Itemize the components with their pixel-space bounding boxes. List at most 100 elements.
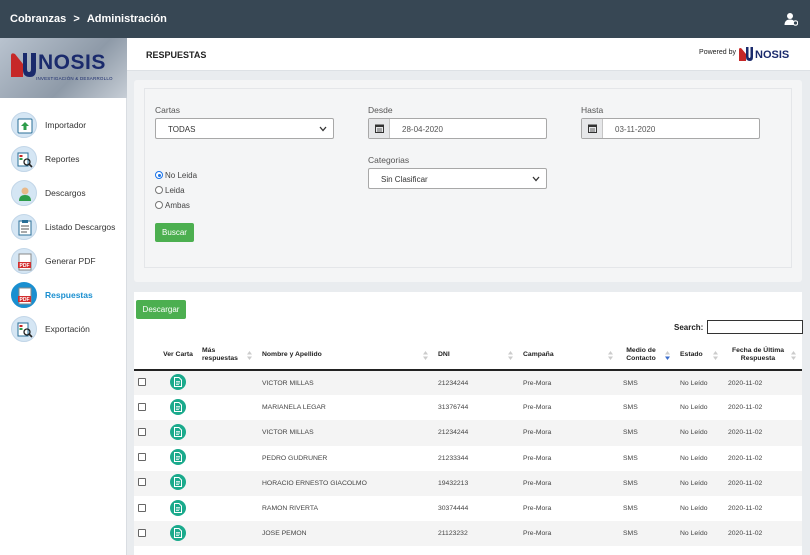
col-mas-respuestas[interactable]: Más respuestas bbox=[198, 341, 258, 371]
row-nombre[interactable]: VICTOR MILLAS bbox=[258, 420, 434, 446]
hasta-date-value: 03-11-2020 bbox=[615, 125, 656, 134]
radio-dot[interactable] bbox=[155, 186, 163, 194]
view-letter-button[interactable] bbox=[170, 374, 186, 391]
view-letter-button[interactable] bbox=[170, 449, 186, 466]
row-checkbox[interactable] bbox=[138, 503, 146, 512]
row-checkbox-cell bbox=[134, 521, 158, 547]
upload-icon bbox=[11, 112, 37, 138]
view-letter-button[interactable] bbox=[170, 499, 186, 516]
row-campana: Pre-Mora bbox=[519, 445, 619, 471]
search-label: Search: bbox=[674, 323, 704, 332]
sidebar-item-label: Generar PDF bbox=[45, 256, 96, 266]
row-checkbox[interactable] bbox=[138, 378, 146, 387]
calendar-icon[interactable] bbox=[582, 119, 603, 138]
row-checkbox[interactable] bbox=[138, 453, 146, 462]
sidebar: NOSIS INVESTIGACIÓN & DESARROLLO Importa… bbox=[0, 38, 127, 555]
sidebar-item-generar-pdf[interactable]: PDF Generar PDF bbox=[0, 244, 127, 278]
sidebar-item-importador[interactable]: Importador bbox=[0, 108, 127, 142]
view-letter-button[interactable] bbox=[170, 524, 186, 541]
row-checkbox[interactable] bbox=[138, 478, 146, 487]
sidebar-item-listado-descargos[interactable]: Listado Descargos bbox=[0, 210, 127, 244]
row-mas-respuestas-cell bbox=[198, 420, 258, 446]
row-nombre[interactable]: JOSE PEMON bbox=[258, 521, 434, 547]
row-nombre[interactable]: VICTOR MILLAS bbox=[258, 370, 434, 396]
row-dni: 21234244 bbox=[434, 370, 519, 396]
logo-wordmark: NOSIS bbox=[38, 51, 106, 74]
breadcrumb-root[interactable]: Cobranzas bbox=[10, 13, 66, 25]
col-select bbox=[134, 341, 158, 371]
col-campana[interactable]: Campaña bbox=[519, 341, 619, 371]
sidebar-item-label: Descargos bbox=[45, 188, 86, 198]
nosis-logo[interactable]: NOSIS INVESTIGACIÓN & DESARROLLO bbox=[0, 38, 127, 98]
row-estado: No Leído bbox=[676, 420, 724, 446]
col-nombre[interactable]: Nombre y Apellido bbox=[258, 341, 434, 371]
col-estado[interactable]: Estado bbox=[676, 341, 724, 371]
view-letter-button[interactable] bbox=[170, 423, 186, 440]
categorias-select[interactable]: Sin Clasificar bbox=[368, 168, 547, 189]
row-nombre[interactable]: RAMON RIVERTA bbox=[258, 495, 434, 522]
row-nombre[interactable]: HORACIO ERNESTO GIACOLMO bbox=[258, 470, 434, 496]
radio-label: No Leida bbox=[165, 171, 198, 180]
row-checkbox[interactable] bbox=[138, 528, 146, 537]
col-fecha[interactable]: Fecha de Última Respuesta bbox=[724, 341, 802, 371]
row-mas-respuestas-cell bbox=[198, 445, 258, 471]
radio-dot[interactable] bbox=[155, 171, 163, 179]
row-dni: 21233344 bbox=[434, 445, 519, 471]
document-icon bbox=[174, 477, 182, 488]
sidebar-item-label: Respuestas bbox=[45, 290, 93, 300]
document-icon bbox=[174, 452, 182, 463]
table-row: HORACIO ERNESTO GIACOLMO 19432213 Pre-Mora… bbox=[134, 470, 802, 496]
svg-text:PDF: PDF bbox=[20, 297, 30, 303]
radio-leida[interactable]: Leida bbox=[155, 186, 185, 195]
row-fecha: 2020-11-02 bbox=[724, 445, 802, 471]
row-checkbox[interactable] bbox=[138, 402, 146, 411]
col-estado-text: Estado bbox=[680, 351, 703, 358]
clipboard-list-icon bbox=[11, 214, 37, 240]
row-estado: No Leído bbox=[676, 395, 724, 421]
view-letter-button[interactable] bbox=[170, 398, 186, 415]
sidebar-item-respuestas[interactable]: PDF Respuestas bbox=[0, 278, 127, 312]
sidebar-item-label: Exportación bbox=[45, 324, 90, 334]
logo-tagline: INVESTIGACIÓN & DESARROLLO bbox=[36, 76, 113, 81]
row-checkbox-cell bbox=[134, 470, 158, 496]
sort-icon bbox=[508, 351, 513, 360]
row-estado: No Leído bbox=[676, 495, 724, 522]
row-ver-carta-cell bbox=[158, 420, 198, 446]
row-campana: Pre-Mora bbox=[519, 395, 619, 421]
sidebar-item-reportes[interactable]: Reportes bbox=[0, 142, 127, 176]
user-cog-icon[interactable] bbox=[784, 12, 798, 26]
results-panel: Descargar Search: Ver Carta Más respuest… bbox=[134, 292, 803, 555]
row-dni: 21123232 bbox=[434, 521, 519, 547]
search-input[interactable] bbox=[707, 320, 803, 334]
desde-date-input[interactable]: 28-04-2020 bbox=[368, 118, 547, 139]
hasta-label: Hasta bbox=[581, 105, 604, 115]
svg-text:PDF: PDF bbox=[20, 263, 30, 269]
view-letter-button[interactable] bbox=[170, 474, 186, 491]
nosis-logo-small-icon: NOSIS bbox=[739, 47, 789, 61]
descargar-button[interactable]: Descargar bbox=[136, 300, 186, 319]
col-ver-carta[interactable]: Ver Carta bbox=[158, 341, 198, 371]
calendar-icon[interactable] bbox=[369, 119, 390, 138]
cartas-select[interactable]: TODAS bbox=[155, 118, 334, 139]
radio-no-leida[interactable]: No Leida bbox=[155, 171, 197, 180]
row-nombre[interactable]: MARIANELA LEGAR bbox=[258, 395, 434, 421]
breadcrumb: Cobranzas > Administración bbox=[10, 13, 167, 25]
buscar-button[interactable]: Buscar bbox=[155, 223, 194, 242]
main-area: RESPUESTAS Powered by NOSIS Cartas TODAS… bbox=[127, 38, 810, 555]
col-dni[interactable]: DNI bbox=[434, 341, 519, 371]
table-row: VICTOR MILLAS 21234244 Pre-Mora SMS No Leído… bbox=[134, 420, 802, 446]
col-medio-contacto[interactable]: Medio de Contacto bbox=[619, 341, 676, 371]
radio-ambas[interactable]: Ambas bbox=[155, 201, 190, 210]
filter-panel: Cartas TODAS Desde 28-04-2020 Hasta 03-1… bbox=[134, 80, 802, 282]
row-nombre[interactable]: PEDRO GUDRUNER bbox=[258, 445, 434, 471]
table-row: PEDRO GUDRUNER 21233344 Pre-Mora SMS No Leíd… bbox=[134, 445, 802, 471]
sidebar-item-exportacion[interactable]: Exportación bbox=[0, 312, 127, 346]
sidebar-item-descargos[interactable]: Descargos bbox=[0, 176, 127, 210]
pdf-icon: PDF bbox=[11, 282, 37, 308]
radio-label: Leida bbox=[165, 186, 185, 195]
hasta-date-input[interactable]: 03-11-2020 bbox=[581, 118, 760, 139]
radio-dot[interactable] bbox=[155, 201, 163, 209]
desde-date-value: 28-04-2020 bbox=[402, 125, 443, 134]
row-checkbox[interactable] bbox=[138, 427, 146, 436]
row-checkbox-cell bbox=[134, 420, 158, 446]
